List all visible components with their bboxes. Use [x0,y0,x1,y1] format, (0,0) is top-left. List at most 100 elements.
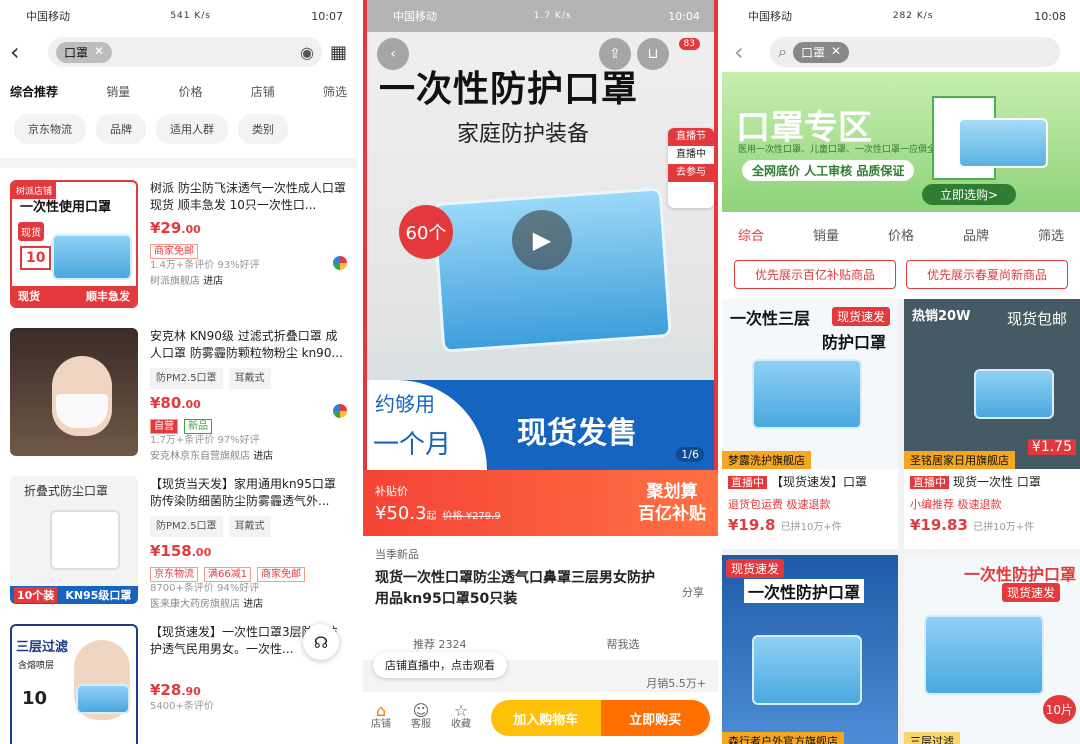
recommend-button[interactable]: 推荐 2324 [413,636,467,652]
shop-live-banner[interactable]: 店铺直播中，点击观看 [373,652,507,678]
store-icon: ⌂ [375,701,387,720]
filter-category[interactable]: 类别 [238,114,288,144]
nav-favorite[interactable]: ☆ 收藏 [451,701,471,732]
product-card[interactable]: 现货速发 一次性防护口罩 森行者户外官方旗舰店 [722,555,898,744]
filter-jd-logistics[interactable]: 京东物流 [14,114,86,144]
shop-line[interactable]: 安克林京东自营旗舰店 进店 [150,448,347,465]
mask-image [52,234,132,280]
tag: 商家免邮 [257,567,306,582]
shop-name: 安克林京东自营旗舰店 [150,451,250,462]
filter-audience[interactable]: 适用人群 [156,114,228,144]
star-icon: ☆ [453,701,469,720]
price-main: ¥28 [150,681,182,699]
tab-filter[interactable]: 筛选 [323,83,347,100]
back-icon[interactable]: ‹ [734,38,764,66]
mask-zone-banner[interactable]: 口罩专区 医用一次性口罩、儿童口罩、一次性口罩一应俱全 全网底价 人工审核 品质… [722,72,1080,212]
mask-image [56,394,108,428]
product-image: 一次性防护口罩 现货速发 10片 三层过滤 [904,555,1080,744]
thumb-count: 10 [22,688,48,709]
price-main: ¥50.3 [375,502,427,524]
chip-label: 口罩 [64,45,89,60]
cart-icon[interactable]: ⊔ [637,38,669,70]
status-bar: 中国移动 1.7 K/s 10:04 [367,0,714,32]
tab-sales[interactable]: 销量 [813,225,839,244]
product-info: 安克林 KN90级 过滤式折叠口罩 成人口罩 防雾霾防颗粒物粉尘 kn90...… [150,328,347,464]
enter-shop-link[interactable]: 进店 [203,276,223,287]
share-button[interactable]: 分享 [682,584,704,600]
card-store: 梦露洗护旗舰店 [722,451,811,469]
add-to-cart-button[interactable]: 加入购物车 [491,700,601,736]
list-item[interactable]: 树派店铺 一次性使用口罩 现货 10 现货 顺丰急发 树派 防尘防飞沫透气一次性成… [0,168,357,316]
customer-service-button[interactable]: ☊ [303,624,339,660]
carrier: 中国移动 [26,10,70,23]
count-badge: 60个 [399,205,453,259]
shop-line[interactable]: 树派旗舰店 进店 [150,273,347,290]
tab-price[interactable]: 价格 [888,225,914,244]
status-bar: 中国移动 282 K/s 10:08 [722,0,1080,32]
pref-subsidy-button[interactable]: 优先展示百亿补贴商品 [734,260,896,289]
product-title[interactable]: 【现货当天发】家用通用kn95口罩防传染防细菌防尘防雾霾透气外... [150,476,347,510]
sold-count: 已拼10万+件 [780,522,842,533]
product-card[interactable]: 热销20W 现货包邮 ¥1.75 圣铭居家日用旗舰店 直播中 现货一次性 口罩 小… [904,299,1080,549]
product-card[interactable]: 一次性三层 防护口罩 现货速发 梦露洗护旗舰店 直播中 【现货速发】口罩 退货包运… [722,299,898,549]
filter-chips: 京东物流 品牌 适用人群 类别 [0,110,357,158]
tab-sales[interactable]: 销量 [106,83,130,100]
tab-shop[interactable]: 店铺 [251,83,275,100]
search-input[interactable]: 口罩 ✕ ◉ [48,37,322,67]
search-chip[interactable]: 口罩 ✕ [792,41,850,63]
price-tag: ¥1.75 [1027,439,1076,455]
product-price: ¥29.00 [150,220,347,238]
tag-row: 自营 新品 [150,419,347,434]
product-title[interactable]: 安克林 KN90级 过滤式折叠口罩 成人口罩 防雾霾防颗粒物粉尘 kn90... [150,328,347,362]
tab-brand[interactable]: 品牌 [963,225,989,244]
tag: 商家免邮 [150,244,198,259]
pref-new-button[interactable]: 优先展示春夏尚新商品 [906,260,1068,289]
nav-label: 店铺 [371,719,391,730]
enter-shop-link[interactable]: 进店 [243,599,263,610]
play-icon[interactable]: ▶ [512,210,572,270]
image-page-indicator: 1/6 [676,447,704,462]
live-festival-widget[interactable]: 直播节 直播中 去参与 [668,128,714,208]
list-item[interactable]: 折叠式防尘口罩 10个装 KN95级口罩 【现货当天发】家用通用kn95口罩防传染… [0,464,357,612]
shop-line[interactable]: 医来康大药房旗舰店 进店 [150,596,347,613]
review-meta: 1.7万+条评价 97%好评 [150,435,260,446]
price-main: ¥19.83 [910,516,968,534]
grid-view-icon[interactable]: ▦ [330,42,347,63]
card-store: 森行者户外官方旗舰店 [722,732,844,744]
tab-comprehensive[interactable]: 综合 [738,225,764,244]
similar-icon[interactable] [333,404,347,418]
nav-shop[interactable]: ⌂ 店铺 [371,701,391,732]
price-cents: .00 [181,223,201,236]
monthly-sales: 月销5.5万+ [646,677,706,690]
tab-price[interactable]: 价格 [178,83,202,100]
camera-icon[interactable]: ◉ [300,43,314,62]
list-item[interactable]: 三层过滤 含熔喷层 10 【现货速发】一次性口罩3层防尘防护透气民用男女。一次性… [0,612,357,744]
title-text: 现货一次性 口罩 [953,475,1041,489]
search-chip[interactable]: 口罩 ✕ [56,41,113,63]
filter-brand[interactable]: 品牌 [96,114,146,144]
status-bar: 中国移动 541 K/s 10:07 [0,0,357,32]
close-icon[interactable]: ✕ [831,44,841,61]
back-icon[interactable]: ‹ [10,38,40,66]
similar-icon[interactable] [333,256,347,270]
price-cents: .00 [191,546,212,559]
card-tag: 现货速发 [1001,583,1060,602]
search-input[interactable]: ⌕ 口罩 ✕ [770,37,1060,67]
shop-now-button[interactable]: 立即选购> [922,184,1017,205]
live-label: 直播节 [668,128,714,146]
live-join[interactable]: 去参与 [668,164,714,182]
preference-buttons: 优先展示百亿补贴商品 优先展示春夏尚新商品 [722,256,1080,299]
phone-left-search-results: 中国移动 541 K/s 10:07 ‹ 口罩 ✕ ◉ ▦ 综合推荐 销量 价格 … [0,0,357,744]
tab-filter[interactable]: 筛选 [1038,225,1064,244]
help-choose-button[interactable]: 帮我选 [607,636,640,652]
product-card[interactable]: 一次性防护口罩 现货速发 10片 三层过滤 [904,555,1080,744]
buy-now-button[interactable]: 立即购买 [600,700,710,736]
enter-shop-link[interactable]: 进店 [253,451,273,462]
tab-comprehensive[interactable]: 综合推荐 [10,83,58,100]
carrier: 中国移动 [393,10,437,23]
close-icon[interactable]: ✕ [94,44,104,61]
nav-service[interactable]: ☺ 客服 [411,703,431,732]
product-hero-video[interactable]: 中国移动 1.7 K/s 10:04 ‹ ⇪ ⊔ 83 一次性防护口罩 家庭防护… [363,0,718,470]
product-title[interactable]: 树派 防尘防飞沫透气一次性成人口罩现货 顺丰急发 10只一次性口... [150,180,347,214]
list-item[interactable]: 安克林 KN90级 过滤式折叠口罩 成人口罩 防雾霾防颗粒物粉尘 kn90...… [0,316,357,464]
